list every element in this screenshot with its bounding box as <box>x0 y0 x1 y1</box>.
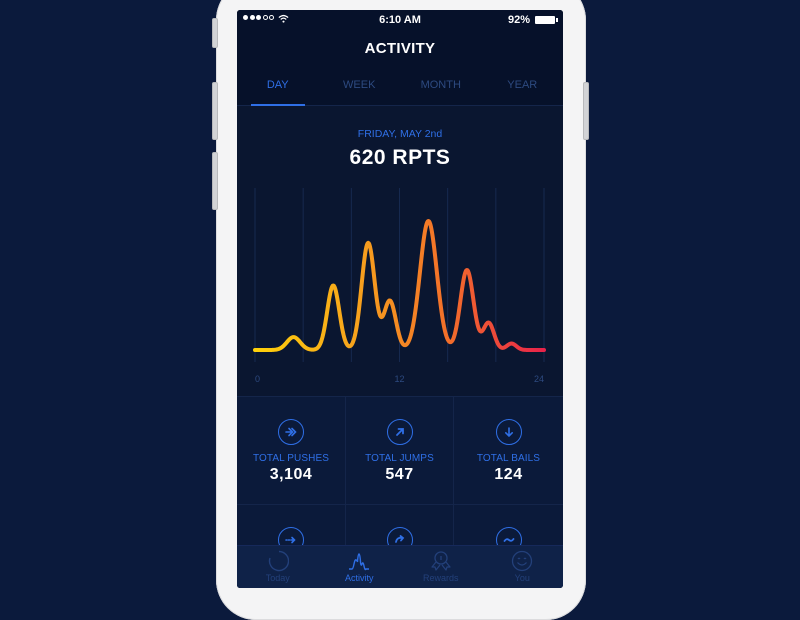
tab-label: Activity <box>344 573 374 583</box>
award-ribbon-icon <box>431 551 451 571</box>
tab-you[interactable]: You <box>482 546 564 588</box>
stat-value: 3,104 <box>269 466 313 483</box>
double-chevron-right-icon <box>278 419 304 445</box>
tab-month[interactable]: MONTH <box>400 74 482 105</box>
tab-today[interactable]: Today <box>237 546 319 588</box>
period-tabs: DAY WEEK MONTH YEAR <box>237 74 563 106</box>
x-tick-label: 0 <box>255 374 260 384</box>
stat-label: TOTAL BAILS <box>476 453 541 464</box>
activity-wave-icon <box>349 553 370 571</box>
power-button <box>583 82 589 140</box>
stat-label: TOTAL PUSHES <box>252 453 330 464</box>
tab-day[interactable]: DAY <box>237 74 319 106</box>
arrow-down-icon <box>495 419 522 445</box>
tab-activity[interactable]: Activity <box>319 546 401 588</box>
activity-chart: 0 12 24 <box>253 188 546 384</box>
page-title: ACTIVITY <box>364 40 436 57</box>
selected-date: FRIDAY, MAY 2nd <box>357 128 443 140</box>
progress-ring-icon <box>268 550 289 572</box>
bottom-tab-bar: Today Activity Rewards You <box>237 545 563 588</box>
mute-switch <box>212 18 218 48</box>
stat-value: 124 <box>494 466 523 483</box>
x-tick-label: 12 <box>394 374 404 384</box>
tab-label: You <box>514 573 530 583</box>
volume-down-button <box>212 152 218 210</box>
app-screen: 6:10 AM 92% ACTIVITY DAY WEEK MONTH YEAR… <box>237 10 563 588</box>
volume-up-button <box>212 82 218 140</box>
tab-label: Rewards <box>422 573 459 583</box>
battery-percent: 92% <box>507 14 530 26</box>
tab-label: Today <box>265 573 290 583</box>
arrow-up-right-icon <box>386 419 413 445</box>
x-tick-label: 24 <box>534 374 544 384</box>
smiley-face-icon <box>512 550 533 572</box>
tab-rewards[interactable]: Rewards <box>400 546 482 588</box>
stat-total-pushes[interactable]: TOTAL PUSHES 3,104 <box>237 397 346 505</box>
stat-label: TOTAL JUMPS <box>365 453 434 464</box>
tab-week[interactable]: WEEK <box>319 74 401 105</box>
stat-total-bails[interactable]: TOTAL BAILS 124 <box>454 397 563 505</box>
status-bar: 6:10 AM 92% <box>237 10 563 30</box>
tab-year[interactable]: YEAR <box>482 74 564 105</box>
battery-icon <box>535 16 558 24</box>
stat-total-jumps[interactable]: TOTAL JUMPS 547 <box>346 397 454 505</box>
x-axis-ticks: 0 12 24 <box>255 374 544 384</box>
stat-value: 547 <box>385 466 414 483</box>
total-points: 620 RPTS <box>349 146 451 169</box>
